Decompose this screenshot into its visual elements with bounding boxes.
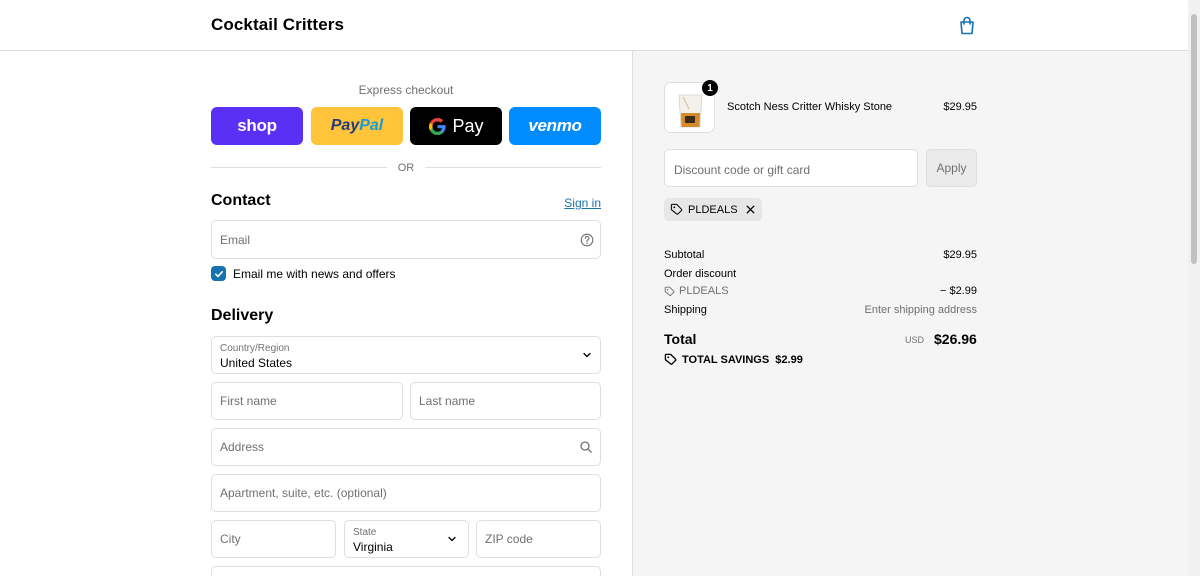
email-field[interactable]: Email (211, 220, 601, 259)
subtotal-value: $29.95 (943, 249, 977, 261)
paypal-button[interactable]: Pay Pal (311, 107, 403, 145)
scrollbar[interactable] (1188, 0, 1200, 576)
subtotal-label: Subtotal (664, 249, 705, 261)
zip-field[interactable]: ZIP code (476, 520, 601, 558)
divider-left (211, 167, 387, 168)
state-value: Virginia (353, 540, 393, 554)
discount-code-input[interactable]: Discount code or gift card (664, 149, 918, 187)
email-placeholder: Email (220, 232, 251, 247)
discount-placeholder: Discount code or gift card (674, 163, 811, 177)
discount-code-row: PLDEALS (664, 285, 729, 297)
google-pay-button[interactable]: Pay (410, 107, 502, 145)
delivery-heading: Delivery (211, 307, 274, 324)
total-label: Total (664, 331, 697, 347)
state-label: State (353, 527, 377, 538)
checkmark-icon (214, 270, 223, 277)
applied-discount-chip: PLDEALS (664, 198, 762, 221)
total-value: $26.96 (934, 331, 977, 347)
shipping-label: Shipping (664, 304, 707, 316)
divider-right (425, 167, 601, 168)
first-name-placeholder: First name (220, 394, 277, 408)
country-label: Country/Region (220, 343, 290, 354)
venmo-logo: venmo (528, 116, 582, 135)
shop-pay-button[interactable]: shop (211, 107, 303, 145)
total-savings-text: TOTAL SAVINGS $2.99 (682, 353, 803, 366)
discount-value: − $2.99 (939, 285, 977, 297)
chevron-down-icon (448, 536, 456, 542)
paypal-logo-pal: Pal (359, 117, 384, 134)
sign-in-link[interactable]: Sign in (560, 196, 601, 210)
venmo-button[interactable]: venmo (509, 107, 601, 145)
quantity-badge: 1 (702, 80, 718, 96)
country-select[interactable]: Country/Region United States (211, 336, 601, 374)
apartment-placeholder: Apartment, suite, etc. (optional) (220, 486, 387, 500)
country-value: United States (220, 356, 293, 370)
store-logo[interactable]: Cocktail Critters (211, 15, 344, 35)
or-divider-text: OR (397, 162, 415, 174)
remove-discount-icon[interactable] (745, 204, 756, 215)
total-currency: USD (905, 335, 925, 345)
newsletter-checkbox[interactable] (211, 266, 226, 281)
order-discount-label: Order discount (664, 268, 737, 280)
header: Cocktail Critters (0, 0, 1188, 51)
zip-placeholder: ZIP code (485, 532, 533, 546)
last-name-field[interactable]: Last name (410, 382, 601, 420)
total-savings: TOTAL SAVINGS $2.99 (664, 353, 803, 366)
scrollbar-thumb[interactable] (1191, 14, 1197, 264)
newsletter-label[interactable]: Email me with news and offers (233, 267, 396, 281)
phone-field[interactable] (211, 566, 601, 576)
apply-button[interactable]: Apply (926, 149, 977, 187)
shopping-bag-icon[interactable] (958, 16, 976, 35)
google-pay-label: Pay (452, 115, 484, 136)
shipping-value: Enter shipping address (864, 304, 977, 316)
state-select[interactable]: State Virginia (344, 520, 469, 558)
search-icon (580, 441, 592, 453)
first-name-field[interactable]: First name (211, 382, 403, 420)
applied-discount-code: PLDEALS (688, 203, 738, 216)
city-placeholder: City (220, 532, 241, 546)
express-checkout-title: Express checkout (358, 83, 454, 97)
google-g-icon (429, 117, 447, 135)
product-price: $29.95 (943, 101, 977, 113)
paypal-logo-pay: Pay (330, 117, 360, 134)
shop-pay-logo: shop (237, 116, 277, 135)
last-name-placeholder: Last name (419, 394, 476, 408)
address-placeholder: Address (220, 440, 265, 454)
apartment-field[interactable]: Apartment, suite, etc. (optional) (211, 474, 601, 512)
address-field[interactable]: Address (211, 428, 601, 466)
product-name: Scotch Ness Critter Whisky Stone (727, 101, 893, 113)
chevron-down-icon (583, 352, 591, 358)
help-icon[interactable] (580, 233, 594, 247)
tag-icon (664, 286, 675, 296)
tag-icon (664, 353, 677, 365)
contact-heading: Contact (211, 192, 271, 209)
discount-code-label: PLDEALS (679, 285, 729, 297)
tag-icon (670, 203, 683, 215)
city-field[interactable]: City (211, 520, 336, 558)
